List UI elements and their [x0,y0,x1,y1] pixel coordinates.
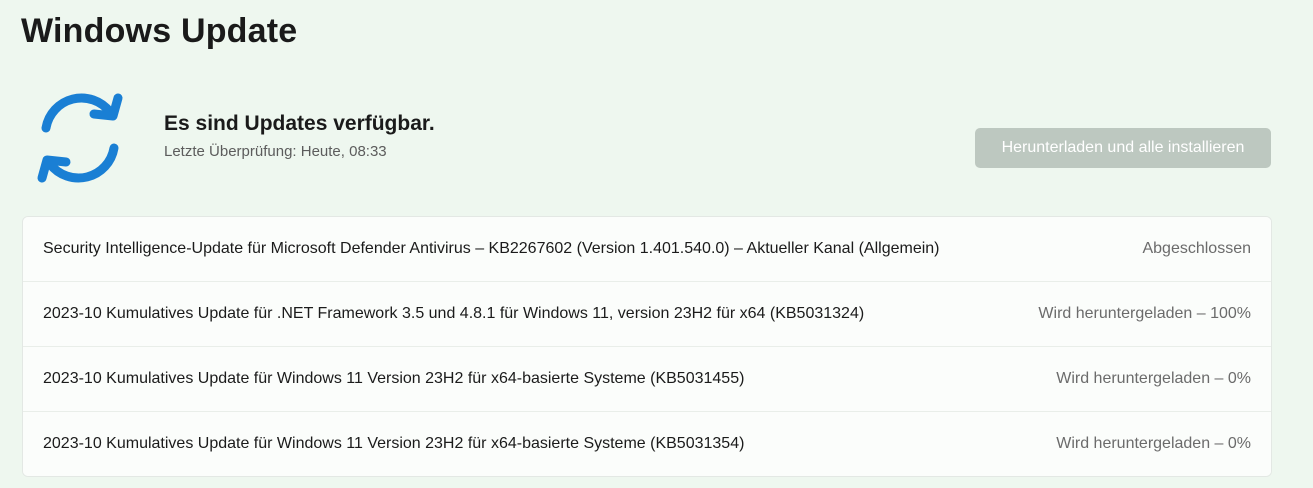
update-name: 2023-10 Kumulatives Update für Windows 1… [43,435,745,452]
sync-icon [30,90,130,186]
status-heading: Es sind Updates verfügbar. [164,112,435,135]
status-text: Es sind Updates verfügbar. Letzte Überpr… [164,112,435,160]
update-status: Abgeschlossen [1142,240,1251,257]
download-install-all-button[interactable]: Herunterladen und alle installieren [975,128,1271,168]
update-name: 2023-10 Kumulatives Update für .NET Fram… [43,305,865,322]
update-name: Security Intelligence-Update für Microso… [43,240,940,257]
update-name: 2023-10 Kumulatives Update für Windows 1… [43,370,745,387]
update-row: Security Intelligence-Update für Microso… [23,217,1271,282]
update-row: 2023-10 Kumulatives Update für Windows 1… [23,347,1271,412]
update-status: Wird heruntergeladen – 0% [1056,435,1251,452]
update-row: 2023-10 Kumulatives Update für .NET Fram… [23,282,1271,347]
update-status: Wird heruntergeladen – 0% [1056,370,1251,387]
last-check-text: Letzte Überprüfung: Heute, 08:33 [164,143,387,160]
update-list: Security Intelligence-Update für Microso… [22,216,1272,477]
page-title: Windows Update [21,12,298,50]
update-status: Wird heruntergeladen – 100% [1038,305,1251,322]
update-row: 2023-10 Kumulatives Update für Windows 1… [23,412,1271,476]
